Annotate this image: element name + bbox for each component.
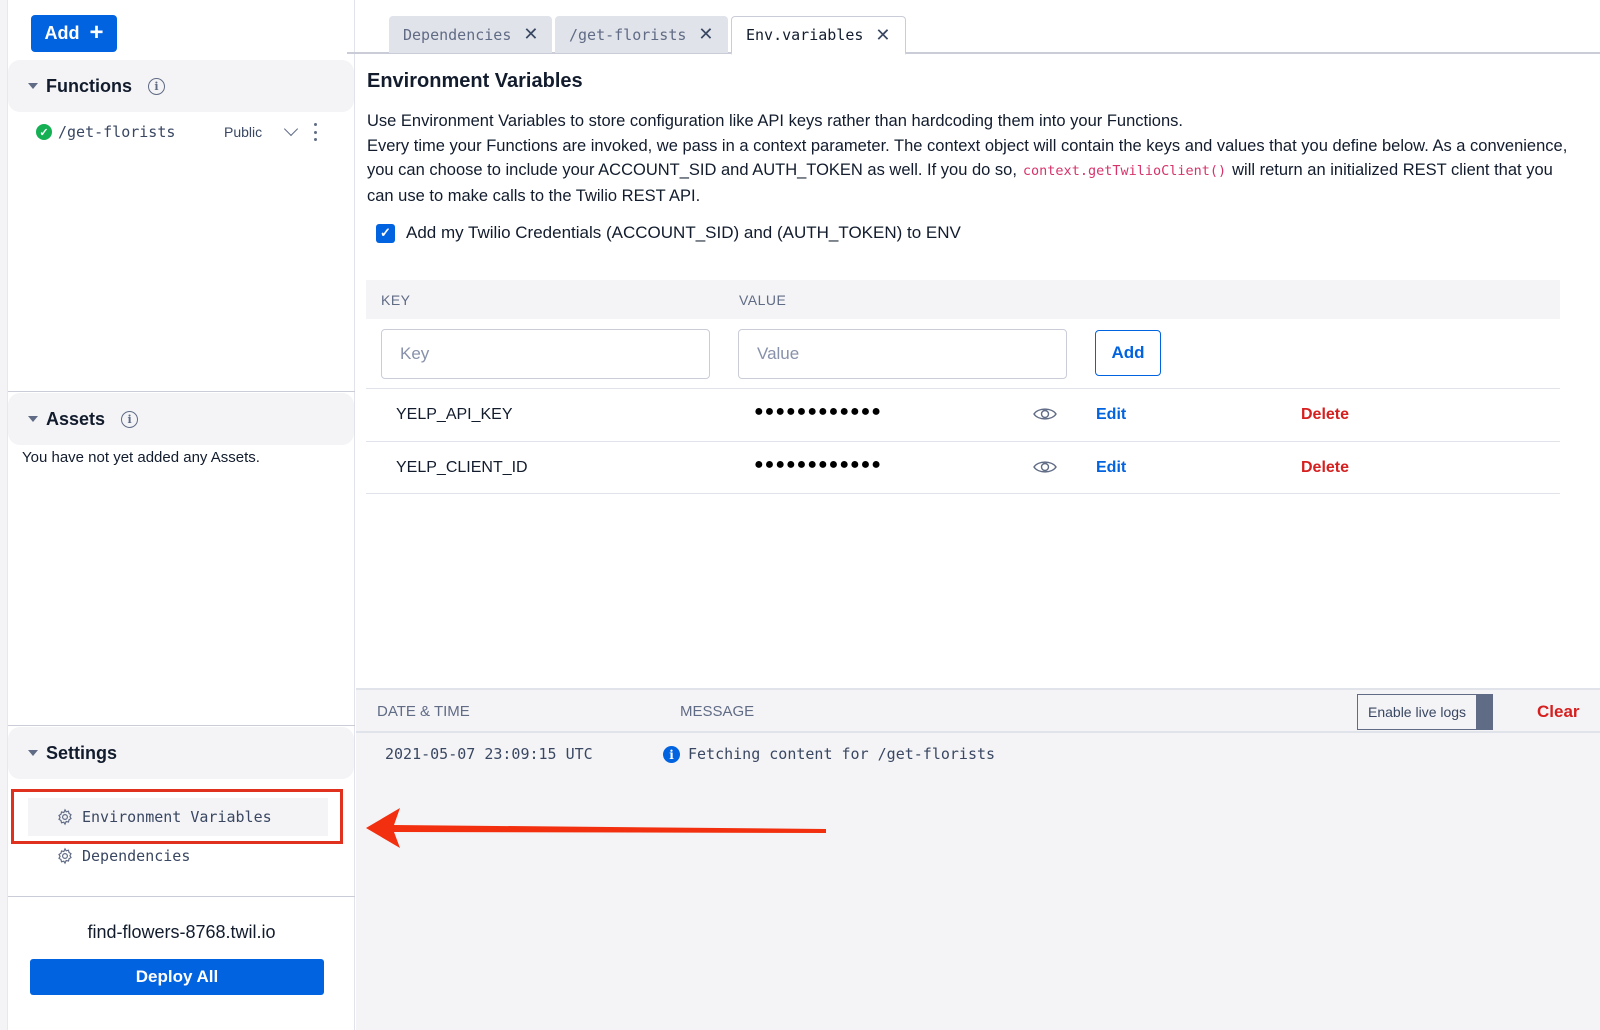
close-icon[interactable]: ✕ bbox=[523, 24, 538, 45]
column-header-value: VALUE bbox=[739, 292, 787, 308]
edit-button[interactable]: Edit bbox=[1096, 459, 1126, 477]
settings-item-dependencies[interactable]: Dependencies bbox=[28, 837, 328, 875]
delete-button[interactable]: Delete bbox=[1301, 406, 1349, 424]
function-path[interactable]: /get-florists bbox=[58, 123, 175, 141]
eye-icon[interactable] bbox=[1033, 459, 1057, 475]
delete-button[interactable]: Delete bbox=[1301, 459, 1349, 477]
credentials-checkbox-row[interactable]: ✓ Add my Twilio Credentials (ACCOUNT_SID… bbox=[376, 223, 961, 243]
credentials-checkbox-label: Add my Twilio Credentials (ACCOUNT_SID) … bbox=[406, 223, 961, 242]
page-title: Environment Variables bbox=[367, 70, 583, 92]
edit-button[interactable]: Edit bbox=[1096, 406, 1126, 424]
log-entry: 2021-05-07 23:09:15 UTC i Fetching conte… bbox=[356, 745, 1600, 767]
assets-empty-text: You have not yet added any Assets. bbox=[22, 449, 260, 466]
assets-section-header[interactable]: Assets i bbox=[8, 393, 354, 445]
tab-env-variables[interactable]: Env.variables ✕ bbox=[731, 16, 906, 55]
column-header-key: KEY bbox=[381, 292, 411, 308]
logs-header: DATE & TIME MESSAGE Enable live logs Cle… bbox=[356, 690, 1600, 733]
tab-get-florists[interactable]: /get-florists ✕ bbox=[555, 16, 728, 53]
caret-down-icon bbox=[28, 750, 38, 756]
eye-icon[interactable] bbox=[1033, 406, 1057, 422]
settings-title: Settings bbox=[46, 742, 118, 763]
section-divider bbox=[8, 725, 355, 726]
functions-section-header[interactable]: Functions i bbox=[8, 60, 354, 112]
variable-key: YELP_API_KEY bbox=[396, 406, 513, 423]
clear-logs-button[interactable]: Clear bbox=[1537, 702, 1580, 722]
info-icon: i bbox=[663, 746, 680, 763]
sidebar: Add + Functions i ✓ /get-florists Public… bbox=[8, 0, 355, 1030]
window-gutter bbox=[0, 0, 8, 1030]
settings-section-header[interactable]: Settings bbox=[8, 727, 354, 779]
variable-value-masked: ●●●●●●●●●●●● bbox=[754, 456, 882, 473]
table-header: KEY VALUE bbox=[366, 280, 1560, 319]
function-item[interactable]: ✓ /get-florists Public bbox=[36, 120, 346, 144]
checkbox-checked-icon[interactable]: ✓ bbox=[376, 223, 395, 243]
add-button[interactable]: Add + bbox=[31, 15, 117, 52]
check-circle-icon: ✓ bbox=[36, 124, 52, 140]
close-icon[interactable]: ✕ bbox=[875, 25, 890, 46]
add-variable-button[interactable]: Add bbox=[1095, 330, 1161, 376]
log-message: Fetching content for /get-florists bbox=[688, 745, 996, 763]
column-header-datetime: DATE & TIME bbox=[377, 703, 470, 720]
env-variables-panel: Environment Variables Use Environment Va… bbox=[356, 54, 1600, 688]
section-divider bbox=[8, 391, 355, 392]
variable-key: YELP_CLIENT_ID bbox=[396, 459, 528, 476]
chevron-down-icon[interactable] bbox=[283, 121, 299, 137]
editor-tabs: Dependencies ✕ /get-florists ✕ Env.varia… bbox=[347, 0, 1600, 55]
more-options-icon[interactable] bbox=[313, 123, 317, 141]
tab-label: /get-florists bbox=[569, 25, 687, 44]
info-icon[interactable]: i bbox=[148, 77, 165, 95]
live-logs-label: Enable live logs bbox=[1368, 704, 1467, 720]
tab-label: Dependencies bbox=[403, 25, 512, 44]
description-line-1: Use Environment Variables to store confi… bbox=[367, 112, 1183, 130]
info-icon[interactable]: i bbox=[121, 410, 139, 428]
close-icon[interactable]: ✕ bbox=[698, 24, 713, 45]
plus-icon: + bbox=[89, 18, 104, 46]
logs-panel: DATE & TIME MESSAGE Enable live logs Cle… bbox=[356, 688, 1600, 1030]
key-input[interactable] bbox=[381, 329, 710, 379]
description-line-2: Every time your Functions are invoked, w… bbox=[367, 134, 1582, 209]
functions-title: Functions bbox=[46, 75, 132, 96]
tab-label: Env.variables bbox=[746, 26, 864, 44]
inline-code: context.getTwilioClient() bbox=[1022, 163, 1227, 179]
enable-live-logs-toggle[interactable]: Enable live logs bbox=[1357, 694, 1493, 730]
tab-dependencies[interactable]: Dependencies ✕ bbox=[389, 16, 553, 53]
description: Use Environment Variables to store confi… bbox=[367, 109, 1582, 208]
caret-down-icon bbox=[28, 83, 38, 89]
gear-icon bbox=[58, 847, 72, 865]
section-divider bbox=[8, 896, 355, 897]
toggle-knob bbox=[1476, 695, 1492, 729]
function-visibility: Public bbox=[224, 124, 263, 140]
value-input[interactable] bbox=[738, 329, 1067, 379]
settings-item-label: Dependencies bbox=[82, 847, 191, 865]
annotation-highlight-box bbox=[11, 789, 343, 844]
add-button-label: Add bbox=[44, 23, 80, 43]
deploy-all-button[interactable]: Deploy All bbox=[30, 959, 324, 995]
table-row: YELP_CLIENT_ID ●●●●●●●●●●●● Edit Delete bbox=[366, 441, 1560, 494]
service-domain: find-flowers-8768.twil.io bbox=[87, 922, 276, 942]
log-timestamp: 2021-05-07 23:09:15 UTC bbox=[385, 745, 593, 763]
table-row: YELP_API_KEY ●●●●●●●●●●●● Edit Delete bbox=[366, 388, 1560, 441]
assets-title: Assets bbox=[46, 408, 106, 429]
column-header-message: MESSAGE bbox=[680, 703, 755, 720]
variable-value-masked: ●●●●●●●●●●●● bbox=[754, 403, 882, 420]
caret-down-icon bbox=[28, 416, 38, 422]
